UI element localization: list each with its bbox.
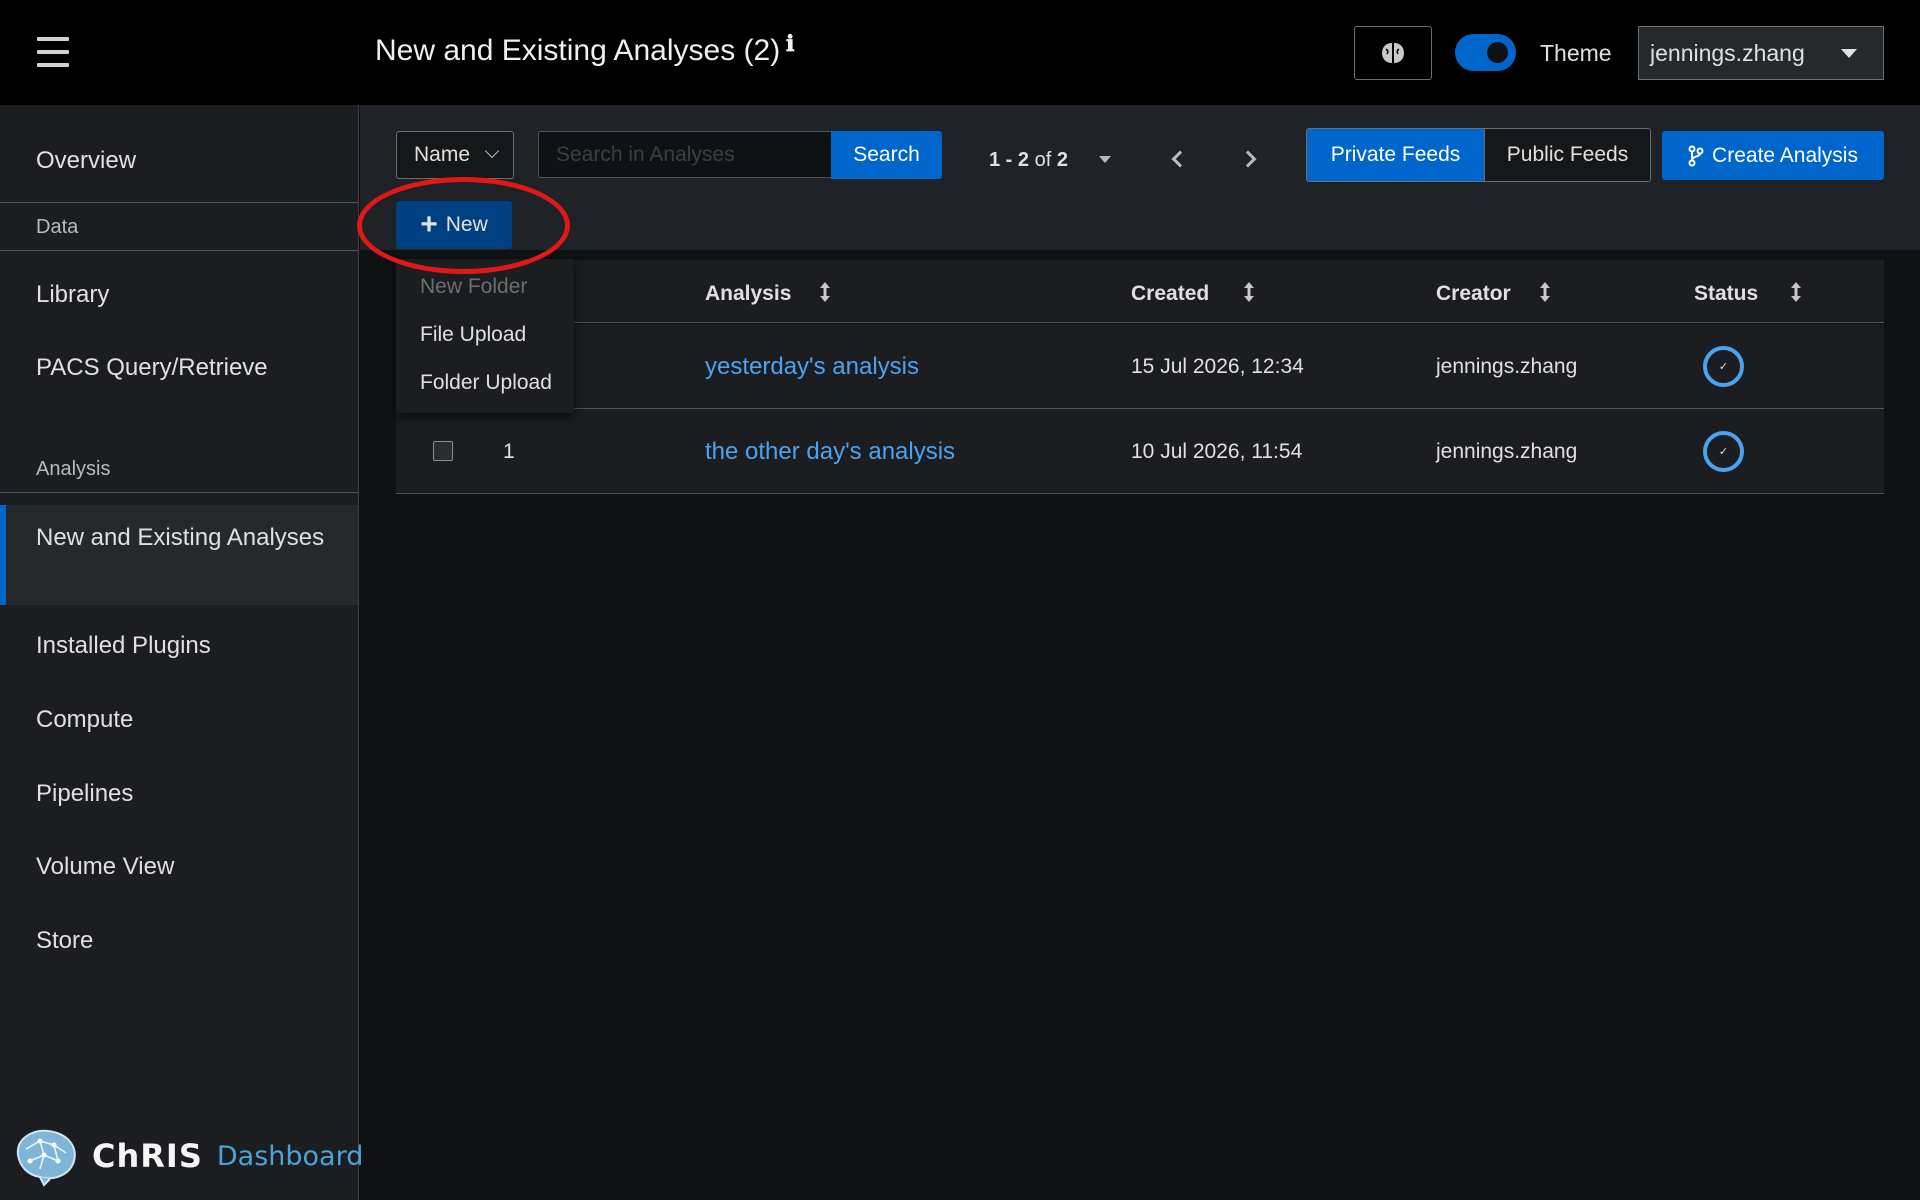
create-analysis-label: Create Analysis bbox=[1712, 143, 1858, 167]
status-finished-icon: ✓ bbox=[1703, 346, 1744, 387]
sidebar-item-analyses[interactable]: New and Existing Analyses bbox=[0, 505, 358, 605]
plus-icon: + bbox=[420, 208, 438, 241]
menu-item-file-upload[interactable]: File Upload bbox=[420, 323, 526, 347]
sidebar-group-analysis: Analysis bbox=[36, 458, 111, 480]
theme-label: Theme bbox=[1540, 40, 1612, 66]
status-finished-icon: ✓ bbox=[1703, 431, 1744, 472]
sidebar-divider bbox=[0, 250, 358, 251]
row-checkbox[interactable] bbox=[433, 441, 453, 461]
sidebar-item-volume-view[interactable]: Volume View bbox=[0, 853, 358, 881]
table-row[interactable]: 1 the other day's analysis 10 Jul 2026, … bbox=[396, 409, 1884, 494]
pagination-total: 2 bbox=[1056, 149, 1068, 171]
sidebar-item-pipelines[interactable]: Pipelines bbox=[0, 780, 358, 808]
sort-icon[interactable] bbox=[1790, 280, 1802, 304]
menu-item-new-folder: New Folder bbox=[420, 275, 528, 298]
pagination-caret-icon[interactable] bbox=[1099, 156, 1111, 163]
page-title: New and Existing Analyses (2) bbox=[375, 34, 781, 67]
sort-icon[interactable] bbox=[819, 280, 831, 304]
row-id: 1 bbox=[503, 440, 515, 463]
analysis-link[interactable]: the other day's analysis bbox=[705, 438, 955, 466]
new-dropdown-menu: New Folder File Upload Folder Upload bbox=[396, 259, 574, 413]
caret-down-icon bbox=[1841, 49, 1857, 58]
created-date: 10 Jul 2026, 11:54 bbox=[1131, 440, 1303, 463]
chevron-down-icon bbox=[484, 143, 500, 159]
sidebar-divider bbox=[0, 492, 358, 493]
brain-icon bbox=[1382, 43, 1404, 63]
filter-field-label: Name bbox=[414, 143, 471, 166]
user-name: jennings.zhang bbox=[1650, 39, 1805, 66]
new-button[interactable]: + New bbox=[396, 201, 512, 249]
pagination-start: 1 bbox=[989, 149, 1001, 171]
table-header: Analysis Created Creator Status bbox=[396, 260, 1884, 323]
brain-icon-button[interactable] bbox=[1354, 26, 1432, 80]
sort-icon[interactable] bbox=[1243, 280, 1255, 304]
column-header-status[interactable]: Status bbox=[1694, 282, 1758, 306]
creator-name: jennings.zhang bbox=[1436, 355, 1578, 378]
private-feeds-button[interactable]: Private Feeds bbox=[1307, 129, 1484, 181]
sort-icon[interactable] bbox=[1539, 280, 1551, 304]
column-header-creator[interactable]: Creator bbox=[1436, 282, 1511, 306]
theme-toggle[interactable] bbox=[1455, 34, 1516, 71]
sidebar-item-store[interactable]: Store bbox=[0, 927, 358, 955]
code-branch-icon bbox=[1688, 145, 1704, 166]
sidebar-divider bbox=[0, 202, 358, 203]
search-input[interactable] bbox=[538, 131, 832, 178]
analysis-link[interactable]: yesterday's analysis bbox=[705, 353, 919, 381]
sidebar-item-library[interactable]: Library bbox=[0, 281, 358, 309]
brain-logo-icon bbox=[16, 1129, 76, 1187]
user-menu-select[interactable]: jennings.zhang bbox=[1638, 26, 1884, 80]
sidebar-item-overview[interactable]: Overview bbox=[0, 147, 358, 175]
chris-logo[interactable]: ChRIS Dashboard bbox=[10, 1125, 363, 1187]
logo-text-primary: ChRIS bbox=[92, 1137, 203, 1175]
pagination-of: of bbox=[1034, 149, 1052, 171]
new-button-label: New bbox=[445, 213, 488, 236]
sidebar-item-installed-plugins[interactable]: Installed Plugins bbox=[0, 632, 358, 660]
pagination-end: 2 bbox=[1017, 149, 1030, 171]
creator-name: jennings.zhang bbox=[1436, 440, 1578, 463]
column-header-created[interactable]: Created bbox=[1131, 282, 1209, 306]
menu-item-folder-upload[interactable]: Folder Upload bbox=[420, 371, 552, 395]
pagination-summary[interactable]: 1 - 2 of 2 bbox=[989, 149, 1068, 172]
created-date: 15 Jul 2026, 12:34 bbox=[1131, 355, 1304, 378]
feeds-toggle-group: Private Feeds Public Feeds bbox=[1306, 128, 1651, 182]
logo-text-secondary: Dashboard bbox=[216, 1140, 364, 1172]
column-header-analysis[interactable]: Analysis bbox=[705, 282, 791, 306]
hamburger-menu-icon[interactable] bbox=[37, 37, 69, 67]
sidebar-item-pacs[interactable]: PACS Query/Retrieve bbox=[0, 354, 358, 382]
table-row[interactable]: yesterday's analysis 15 Jul 2026, 12:34 … bbox=[396, 324, 1884, 409]
filter-field-select[interactable]: Name bbox=[396, 131, 514, 179]
create-analysis-button[interactable]: Create Analysis bbox=[1662, 131, 1884, 180]
sidebar: Overview Data Library PACS Query/Retriev… bbox=[0, 105, 363, 1200]
search-button[interactable]: Search bbox=[831, 131, 942, 179]
sidebar-item-compute[interactable]: Compute bbox=[0, 706, 358, 734]
info-icon[interactable]: ℹ bbox=[786, 31, 794, 57]
public-feeds-button[interactable]: Public Feeds bbox=[1484, 129, 1650, 181]
top-bar: New and Existing Analyses (2) ℹ Theme je… bbox=[0, 0, 1920, 105]
sidebar-group-data: Data bbox=[36, 216, 79, 238]
